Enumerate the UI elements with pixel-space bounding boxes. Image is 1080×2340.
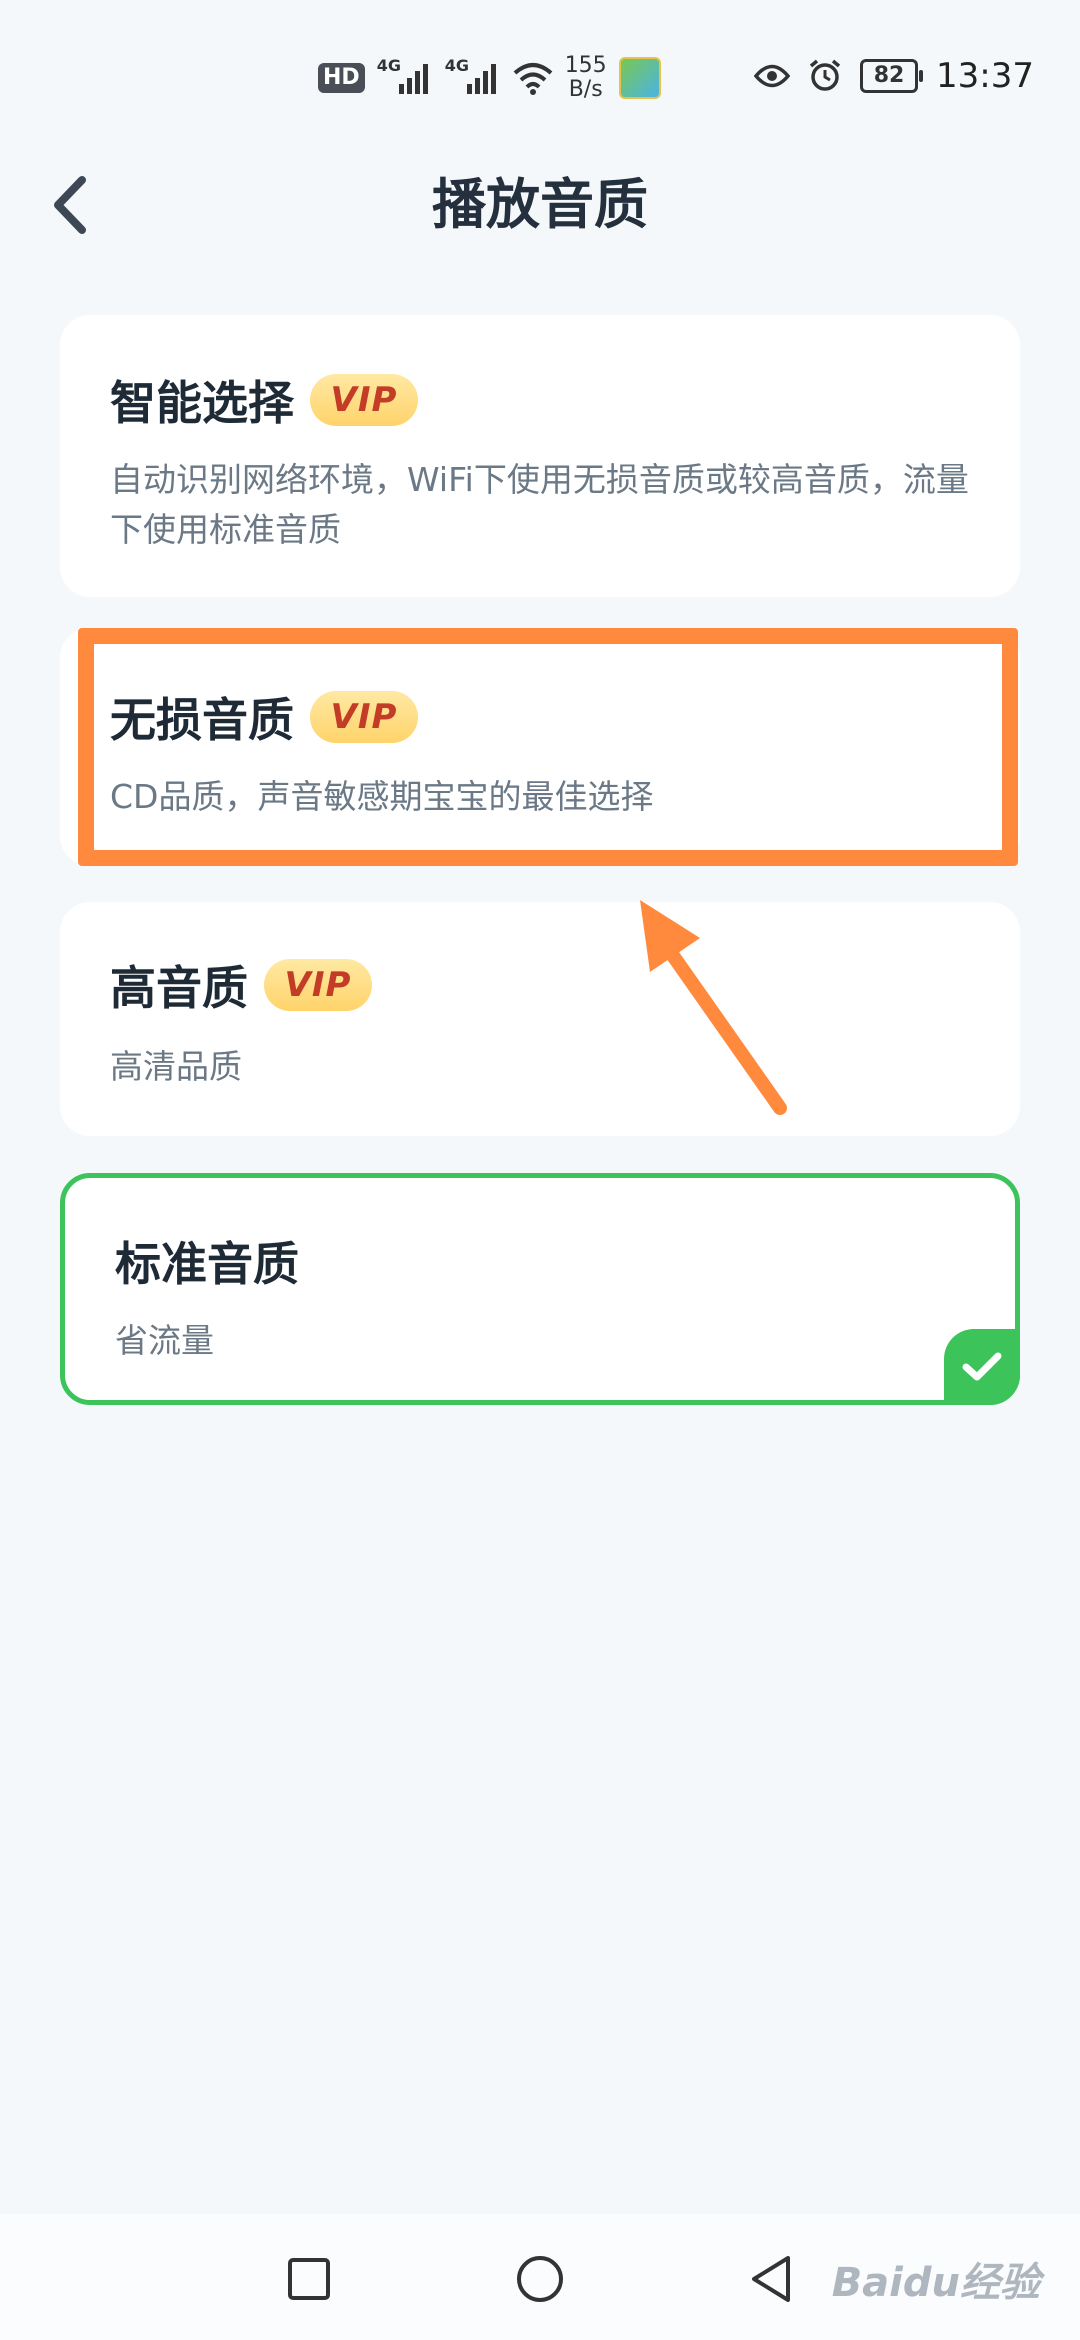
status-left: HD 4G 4G 155 B/s [318, 52, 661, 104]
vip-badge: VIP [310, 691, 418, 743]
checkmark-icon [962, 1352, 1002, 1381]
option-lossless[interactable]: 无损音质 VIP CD品质，声音敏感期宝宝的最佳选择 [60, 628, 1020, 866]
vip-badge: VIP [310, 374, 418, 426]
circle-icon [517, 2256, 563, 2302]
recent-apps-button[interactable] [274, 2244, 344, 2314]
network-speed: 155 B/s [564, 53, 607, 102]
square-icon [288, 2258, 330, 2300]
status-right: 82 13:37 [754, 56, 1034, 96]
option-standard-quality[interactable]: 标准音质 省流量 [60, 1173, 1020, 1405]
option-title: 标准音质 [115, 1237, 299, 1291]
page-title: 播放音质 [432, 173, 648, 236]
vip-badge: VIP [264, 959, 372, 1011]
hd-voice-badge: HD [318, 63, 365, 93]
option-description: 自动识别网络环境，WiFi下使用无损音质或较高音质，流量下使用标准音质 [110, 460, 969, 549]
back-nav-button[interactable] [736, 2244, 806, 2314]
option-description: CD品质，声音敏感期宝宝的最佳选择 [110, 777, 654, 816]
clock: 13:37 [936, 56, 1034, 96]
signal-icon: 4G [376, 56, 433, 98]
selected-indicator [944, 1329, 1020, 1405]
option-description: 高清品质 [110, 1047, 242, 1086]
app-notification-icon [618, 57, 661, 99]
system-navigation-bar: Baidu经验 [0, 2214, 1080, 2340]
baidu-watermark: Baidu经验 [831, 2260, 1040, 2306]
option-smart-select[interactable]: 智能选择 VIP 自动识别网络环境，WiFi下使用无损音质或较高音质，流量下使用… [60, 315, 1020, 597]
option-description: 省流量 [115, 1321, 214, 1360]
option-title: 高音质 [110, 961, 248, 1015]
option-title: 无损音质 [110, 693, 294, 747]
network-type-label-2: 4G [444, 56, 469, 75]
option-high-quality[interactable]: 高音质 VIP 高清品质 [60, 902, 1020, 1136]
battery-icon: 82 [860, 59, 924, 93]
triangle-back-icon [752, 2256, 790, 2302]
wifi-icon [513, 63, 553, 95]
signal-icon-2: 4G [444, 56, 501, 98]
eye-icon [754, 64, 791, 88]
annotation-arrow-icon [640, 900, 787, 1115]
home-button[interactable] [505, 2244, 575, 2314]
status-bar: HD 4G 4G 155 B/s 82 13:37 [0, 0, 1080, 150]
network-type-label: 4G [376, 56, 401, 75]
alarm-icon [809, 59, 841, 91]
option-title: 智能选择 [110, 376, 294, 430]
